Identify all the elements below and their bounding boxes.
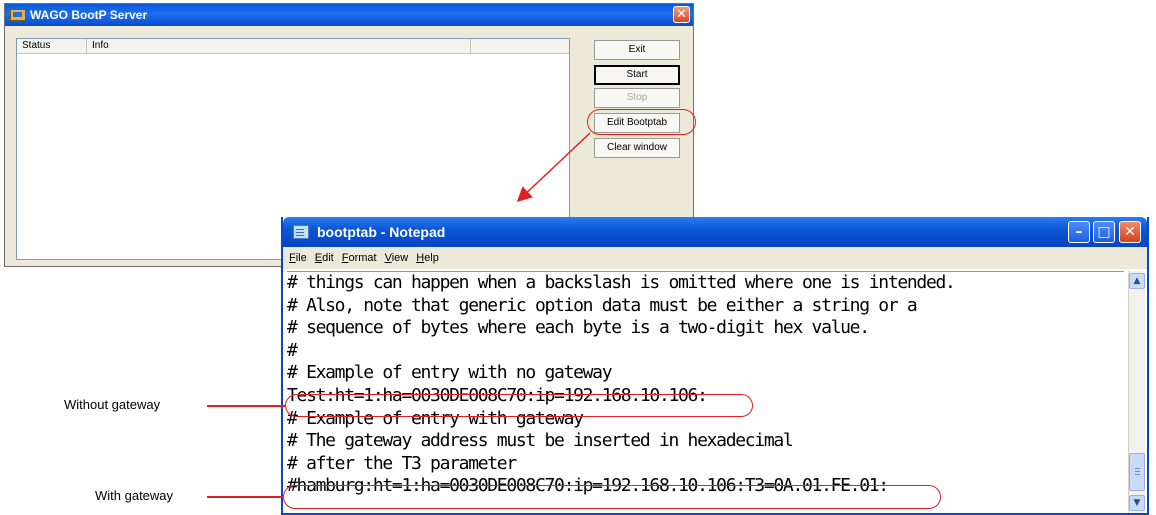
text-line: # sequence of bytes where each byte is a… xyxy=(287,317,870,339)
vertical-scrollbar[interactable]: ▲ ▼ xyxy=(1128,271,1145,513)
scroll-thumb[interactable] xyxy=(1129,453,1145,491)
notepad-window: bootptab - Notepad – □ ✕ File Edit Forma… xyxy=(281,217,1149,515)
with-gateway-label: With gateway xyxy=(95,488,174,503)
notepad-close-button[interactable]: ✕ xyxy=(1119,221,1141,243)
notepad-icon xyxy=(293,225,309,239)
text-line: # Example of entry with no gateway xyxy=(287,362,613,384)
menu-help[interactable]: Help xyxy=(416,252,439,264)
menu-edit[interactable]: Edit xyxy=(315,252,334,264)
scroll-down-icon[interactable]: ▼ xyxy=(1129,495,1145,511)
no-gateway-highlight xyxy=(285,394,753,417)
minimize-button[interactable]: – xyxy=(1068,221,1090,243)
text-line: # things can happen when a backslash is … xyxy=(287,272,956,293)
menu-file[interactable]: File xyxy=(289,252,307,264)
notepad-title-bar[interactable]: bootptab - Notepad – □ ✕ xyxy=(283,217,1147,247)
text-line: # The gateway address must be inserted i… xyxy=(287,430,794,452)
without-gateway-label: Without gateway xyxy=(64,397,161,412)
gateway-highlight xyxy=(283,485,941,509)
text-line: # xyxy=(287,339,298,361)
notepad-window-title: bootptab - Notepad xyxy=(317,224,446,240)
without-gateway-leader-line xyxy=(207,405,285,407)
text-line: # Also, note that generic option data mu… xyxy=(287,294,918,316)
menu-view[interactable]: View xyxy=(385,252,409,264)
notepad-menu-bar: File Edit Format View Help xyxy=(283,247,1147,269)
maximize-button[interactable]: □ xyxy=(1093,221,1115,243)
scroll-up-icon[interactable]: ▲ xyxy=(1129,273,1145,289)
menu-format[interactable]: Format xyxy=(342,252,377,264)
text-line: # after the T3 parameter xyxy=(287,452,517,474)
notepad-text-area[interactable]: # things can happen when a backslash is … xyxy=(287,271,1124,513)
with-gateway-leader-line xyxy=(207,496,283,498)
